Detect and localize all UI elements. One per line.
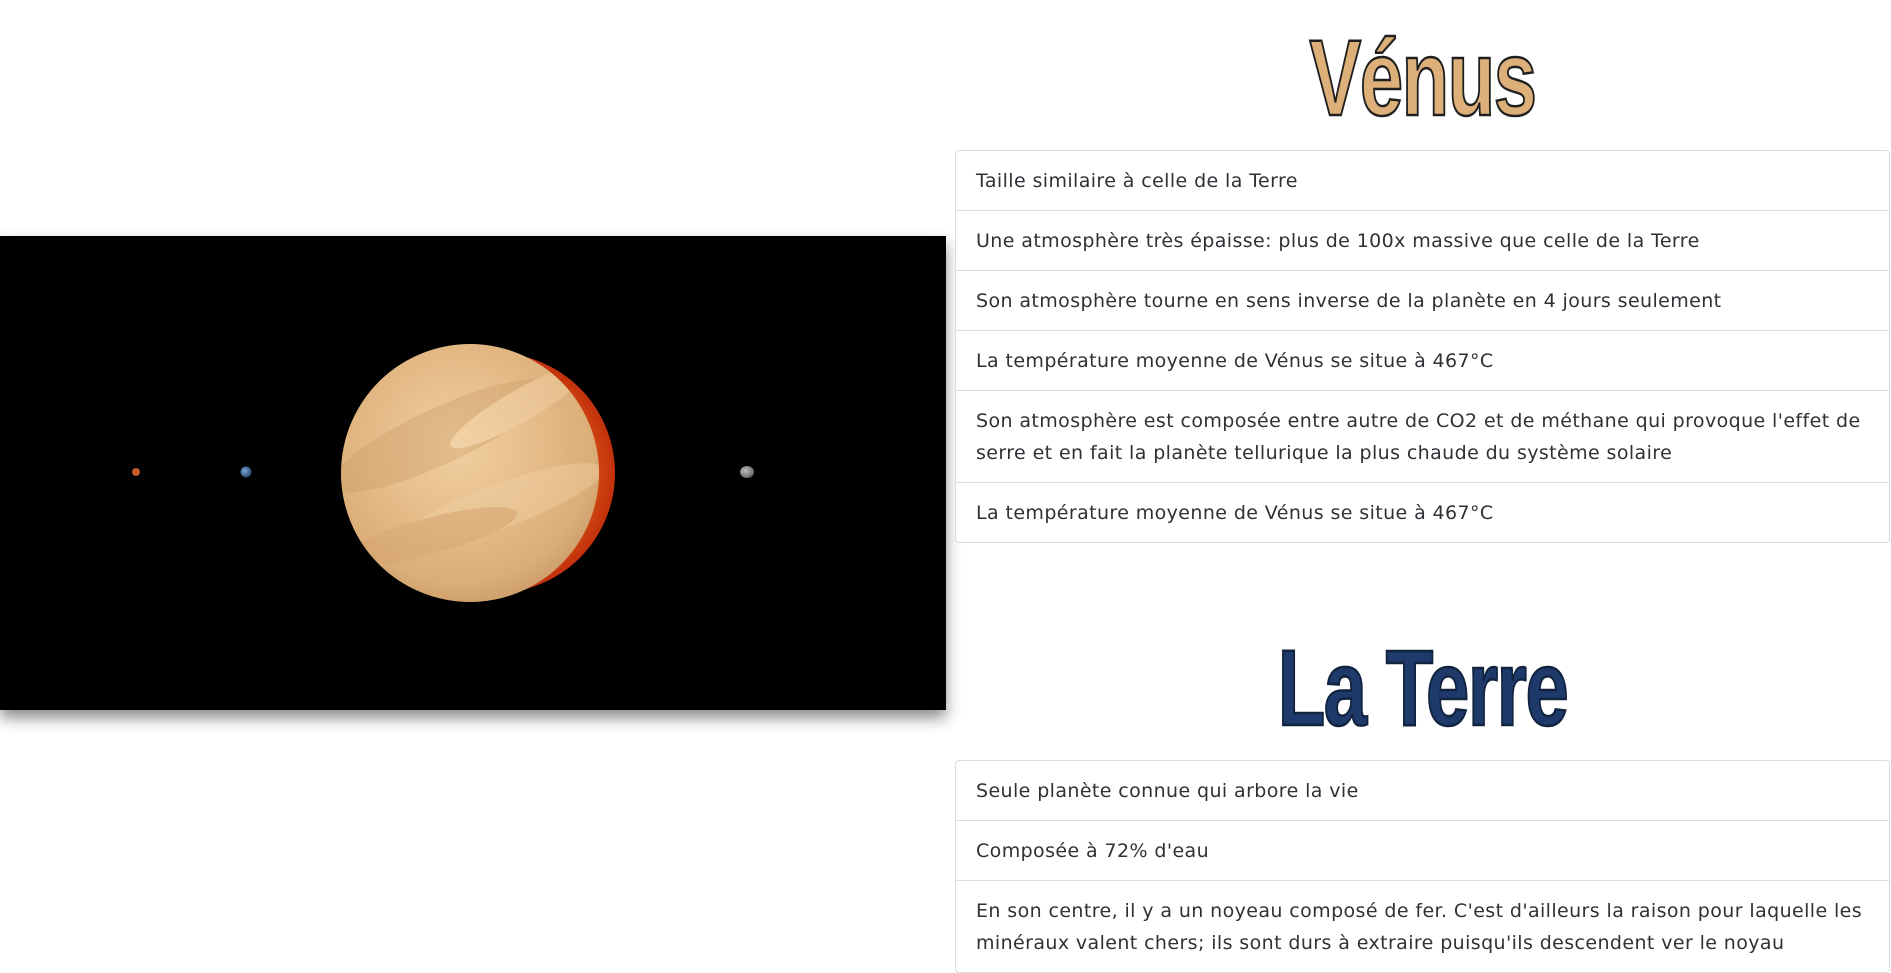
list-item: Taille similaire à celle de la Terre (976, 170, 1298, 192)
solar-system-svg (132, 344, 754, 602)
list-item: En son centre, il y a un noyeau composé … (956, 880, 1889, 972)
solar-system-canvas[interactable] (0, 236, 946, 710)
earth-planet[interactable] (240, 466, 252, 478)
list-item: La température moyenne de Vénus se situe… (956, 482, 1889, 542)
list-item: Une atmosphère très épaisse: plus de 100… (956, 210, 1889, 270)
earth-fact-list: Seule planète connue qui arbore la vie C… (955, 760, 1890, 973)
list-item: Son atmosphère tourne en sens inverse de… (956, 270, 1889, 330)
list-item: Seule planète connue qui arbore la vie (976, 780, 1359, 802)
mercury-planet[interactable] (132, 468, 140, 476)
venus-fact-list: Taille similaire à celle de la Terre Une… (955, 150, 1890, 543)
list-item: Composée à 72% d'eau (956, 820, 1889, 880)
venus-title: Vénus (1309, 17, 1538, 138)
earth-title: La Terre (1277, 627, 1570, 748)
list-item: Son atmosphère est composée entre autre … (956, 390, 1889, 482)
list-item: La température moyenne de Vénus se situe… (956, 330, 1889, 390)
grey-planet[interactable] (740, 466, 754, 478)
